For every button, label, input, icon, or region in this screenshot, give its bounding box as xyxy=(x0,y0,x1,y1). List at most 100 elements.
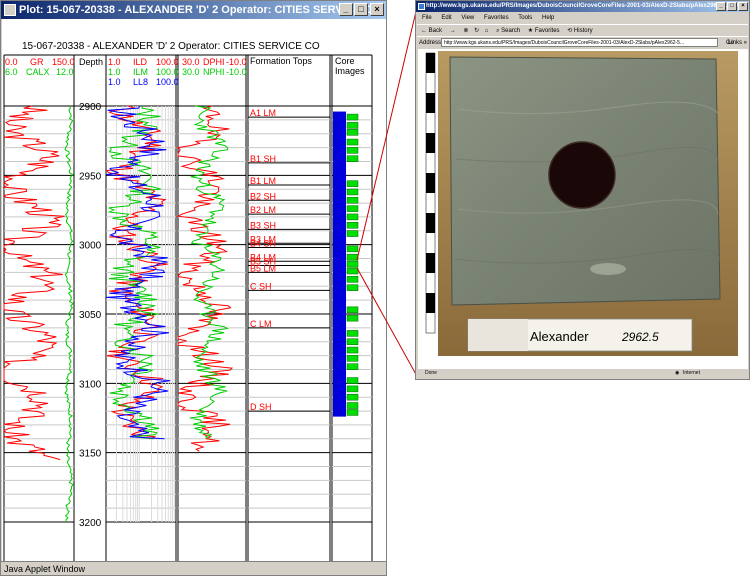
browser-statusbar: Done ◉ Internet xyxy=(417,369,748,378)
formation-top-label: B1 SH xyxy=(250,154,276,164)
log-plot-canvas: 15-067-20338 - ALEXANDER 'D' 2 Operator:… xyxy=(2,19,386,562)
dphi-label: DPHI xyxy=(203,57,225,67)
core-image-marker xyxy=(346,385,359,393)
depth-label: 3200 xyxy=(79,518,102,529)
core-image-marker xyxy=(346,188,359,196)
core-image-marker xyxy=(346,222,359,229)
core-image-marker xyxy=(346,409,359,416)
core-image-marker xyxy=(346,306,359,314)
formation-top-label: C LM xyxy=(250,319,272,329)
depth-label: 3150 xyxy=(79,449,102,460)
address-label: Address xyxy=(419,40,442,46)
core-image-marker xyxy=(346,197,359,204)
applet-titlebar[interactable]: Plot: 15-067-20338 - ALEXANDER 'D' 2 Ope… xyxy=(1,1,386,19)
favorites-button[interactable]: Favorites xyxy=(535,28,560,34)
dphi-min: 30.0 xyxy=(182,57,200,67)
well-header-text: 15-067-20338 - ALEXANDER 'D' 2 Operator:… xyxy=(22,41,320,52)
history-button[interactable]: History xyxy=(574,28,593,34)
gr-min: 0.0 xyxy=(5,57,18,67)
search-button[interactable]: Search xyxy=(501,28,520,34)
browser-title: http://www.kgs.ukans.edu/PRS/Images/Dubo… xyxy=(426,3,748,9)
core-image-marker xyxy=(346,393,359,401)
formation-top-label: B2 SH xyxy=(250,191,276,201)
depth-label: 3100 xyxy=(79,379,102,390)
nphi-label: NPHI xyxy=(203,67,225,77)
menu-view[interactable]: View xyxy=(461,15,474,21)
gr-max: 150.0 xyxy=(52,57,75,67)
depth-header: Depth xyxy=(79,57,103,67)
search-icon: ⌕ xyxy=(496,28,500,34)
address-input[interactable]: http://www.kgs.ukans.edu/PRS/Images/Dubo… xyxy=(441,38,718,47)
dphi-curve xyxy=(176,105,234,452)
core-label-depth: 2962.5 xyxy=(621,330,659,344)
browser-window: http://www.kgs.ukans.edu/PRS/Images/Dubo… xyxy=(415,0,750,380)
core-image-marker xyxy=(346,402,359,409)
back-button[interactable]: ← Back xyxy=(421,28,442,34)
core-image-marker xyxy=(346,205,359,212)
formation-top-label: B4 SH xyxy=(250,238,276,248)
nphi-min: 30.0 xyxy=(182,67,200,77)
applet-title: Plot: 15-067-20338 - ALEXANDER 'D' 2 Ope… xyxy=(19,4,381,16)
core-label-name: Alexander xyxy=(530,329,589,344)
close-button[interactable]: × xyxy=(370,3,384,16)
formation-top-label: B5 LM xyxy=(250,263,276,273)
browser-maximize-button[interactable]: □ xyxy=(727,2,737,11)
formation-top-label: D SH xyxy=(250,402,272,412)
internet-zone-icon: ◉ xyxy=(675,370,680,376)
core-image-marker xyxy=(346,338,359,345)
core-image-marker xyxy=(346,260,359,268)
browser-close-button[interactable]: × xyxy=(738,2,748,11)
menu-tools[interactable]: Tools xyxy=(518,15,532,21)
calx-max: 12.0 xyxy=(56,67,74,77)
applet-statusbar: Java Applet Window xyxy=(1,561,386,575)
ie-icon xyxy=(418,3,425,10)
menu-file[interactable]: File xyxy=(422,15,432,21)
calx-min: 6.0 xyxy=(5,67,18,77)
applet-status-text: Java Applet Window xyxy=(4,564,86,574)
core-interval-bar xyxy=(333,111,346,417)
menu-favorites[interactable]: Favorites xyxy=(484,15,509,21)
core-image-marker xyxy=(346,314,359,322)
ilm-min: 1.0 xyxy=(108,67,121,77)
browser-status-done: Done xyxy=(425,370,437,376)
browser-menubar: File Edit View Favorites Tools Help xyxy=(417,13,748,24)
ild-label: ILD xyxy=(133,57,148,67)
maximize-button[interactable]: □ xyxy=(354,3,368,16)
ilm-label: ILM xyxy=(133,67,148,77)
ilm-max: 100.0 xyxy=(156,67,179,77)
core-image-marker xyxy=(346,245,359,253)
calx-label: CALX xyxy=(26,67,50,77)
depth-label: 3000 xyxy=(79,241,102,252)
core-image-marker xyxy=(346,129,359,136)
minimize-button[interactable]: _ xyxy=(339,3,353,16)
refresh-button[interactable]: ↻ xyxy=(474,28,479,34)
home-button[interactable]: ⌂ xyxy=(485,28,489,34)
menu-edit[interactable]: Edit xyxy=(441,15,451,21)
images-header: Images xyxy=(335,66,365,76)
browser-titlebar[interactable]: http://www.kgs.ukans.edu/PRS/Images/Dubo… xyxy=(416,1,749,12)
ild-min: 1.0 xyxy=(108,57,121,67)
depth-label: 3050 xyxy=(79,310,102,321)
core-image-marker xyxy=(346,377,359,384)
core-image-marker xyxy=(346,113,359,121)
formation-tops-header: Formation Tops xyxy=(250,56,312,66)
browser-content: Alexander 2962.5 xyxy=(418,49,748,369)
core-image-marker xyxy=(346,355,359,362)
java-window-icon xyxy=(4,4,16,16)
core-image-marker xyxy=(346,276,359,283)
scale-bar-segment xyxy=(426,93,435,113)
ll8-label: LL8 xyxy=(133,77,148,87)
gr-curve xyxy=(2,105,65,461)
formation-top-label: B2 LM xyxy=(250,205,276,215)
gr-label: GR xyxy=(30,57,44,67)
stop-button[interactable]: ⊗ xyxy=(463,28,468,34)
menu-help[interactable]: Help xyxy=(542,15,554,21)
links-button[interactable]: Links » xyxy=(728,37,747,49)
core-image-marker xyxy=(346,253,359,261)
browser-minimize-button[interactable]: _ xyxy=(716,2,726,11)
core-image-marker xyxy=(346,147,359,154)
browser-addressbar: Address http://www.kgs.ukans.edu/PRS/Ima… xyxy=(417,36,748,49)
forward-button[interactable]: → xyxy=(450,28,456,34)
core-image-marker xyxy=(346,213,359,221)
core-image-marker xyxy=(346,330,359,337)
